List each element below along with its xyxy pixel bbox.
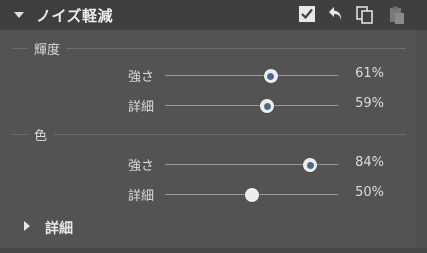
luminance-strength-label: 強さ [127, 70, 154, 85]
slider-track [165, 75, 338, 76]
slider-thumb-dot [306, 161, 314, 169]
undo-icon[interactable] [327, 5, 345, 23]
luminance-detail-value: 59% [355, 96, 384, 111]
color-detail-value: 50% [355, 185, 384, 200]
collapse-chevron-icon[interactable] [14, 12, 24, 18]
checkbox-icon[interactable] [298, 5, 316, 23]
luminance-detail-label: 詳細 [127, 100, 154, 115]
slider-thumb[interactable] [260, 99, 275, 113]
color-strength-value: 84% [355, 155, 384, 170]
slider-thumb-dot [263, 102, 271, 110]
slider-thumb[interactable] [303, 158, 318, 172]
section-divider [12, 134, 28, 135]
color-strength-slider[interactable] [165, 157, 338, 173]
slider-thumb[interactable] [244, 188, 259, 202]
luminance-detail-slider[interactable] [165, 98, 338, 114]
color-strength-label: 強さ [127, 159, 154, 174]
copy-icon[interactable] [355, 5, 375, 25]
section-divider [66, 48, 406, 49]
luminance-section-label: 輝度 [34, 43, 61, 58]
details-section-label: 詳細 [45, 221, 73, 237]
color-detail-label: 詳細 [127, 189, 154, 204]
section-divider [12, 48, 28, 49]
slider-thumb[interactable] [263, 69, 278, 83]
details-section-toggle[interactable]: 詳細 [0, 215, 427, 241]
color-detail-slider[interactable] [165, 187, 338, 203]
slider-track [165, 105, 338, 106]
paste-icon[interactable] [387, 5, 407, 25]
luminance-strength-slider[interactable] [165, 68, 338, 84]
panel-title: ノイズ軽減 [36, 7, 114, 25]
noise-reduction-panel: ノイズ軽減 輝度 強さ 61% 詳細 59% 色 強さ 84% 詳細 50% 詳… [0, 0, 427, 253]
slider-thumb-dot [267, 72, 275, 80]
panel-header[interactable]: ノイズ軽減 [0, 0, 427, 30]
color-section-label: 色 [34, 129, 48, 144]
luminance-strength-value: 61% [355, 66, 384, 81]
section-divider [54, 134, 406, 135]
expand-arrow-icon[interactable] [24, 221, 30, 231]
panel-bottom-edge [0, 248, 427, 253]
